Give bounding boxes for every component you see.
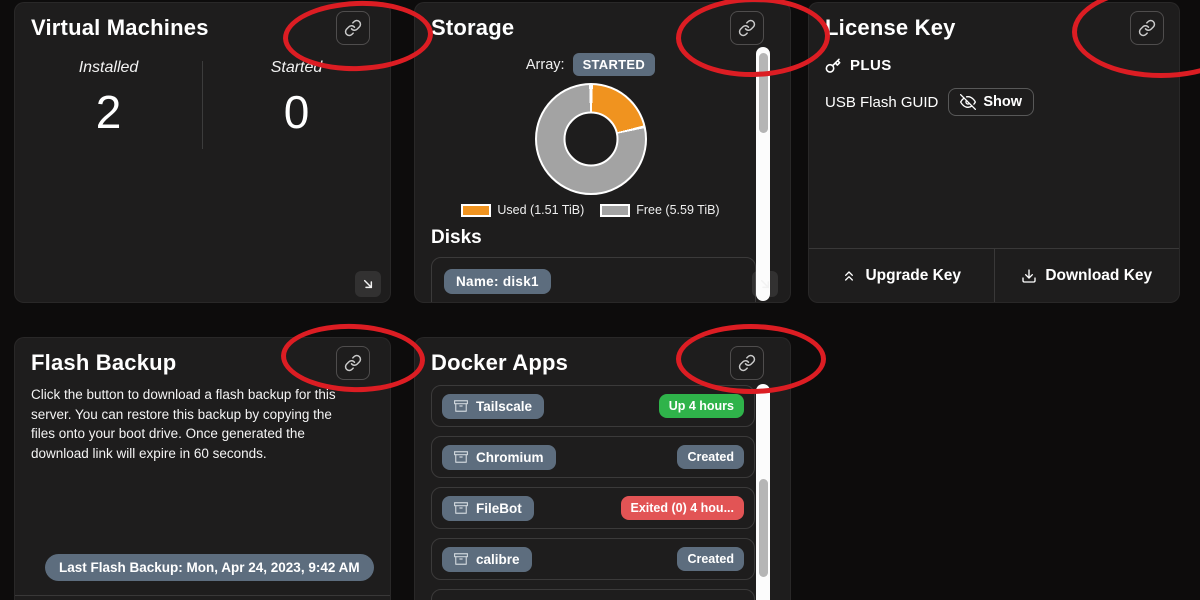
license-tier: PLUS — [850, 57, 892, 74]
flash-footer-divider — [15, 595, 390, 596]
archive-box-icon — [454, 450, 468, 464]
vm-stats: Installed 2 Started 0 — [15, 59, 390, 149]
flash-backup-description: Click the button to download a flash bac… — [31, 385, 356, 463]
download-icon — [1021, 268, 1037, 284]
app-name: Tailscale — [476, 399, 532, 414]
vm-started-cell: Started 0 — [203, 59, 390, 149]
vm-installed-cell: Installed 2 — [15, 59, 202, 149]
status-badge: Created — [677, 445, 744, 469]
app-pill[interactable]: FileBot — [442, 496, 534, 521]
docker-app-list: Tailscale Up 4 hours Chromium Created Fi… — [431, 385, 755, 600]
storage-legend: Used (1.51 TiB) Free (5.59 TiB) — [415, 203, 766, 217]
license-key-card: License Key PLUS USB Flash GUID Show Upg… — [808, 2, 1180, 303]
archive-box-icon — [454, 501, 468, 515]
vm-expand-button[interactable] — [355, 271, 381, 297]
upgrade-key-button[interactable]: Upgrade Key — [809, 249, 995, 302]
app-pill[interactable]: calibre — [442, 547, 532, 572]
array-label: Array: — [526, 57, 565, 73]
vm-link-button[interactable] — [336, 11, 370, 45]
disk-name-badge: Name: disk1 — [444, 269, 551, 294]
chain-link-icon — [1138, 19, 1156, 37]
free-swatch — [600, 204, 630, 217]
storage-scrollbar-track[interactable] — [756, 47, 770, 301]
used-swatch — [461, 204, 491, 217]
vm-started-value: 0 — [203, 85, 390, 139]
storage-card: Storage Array: STARTED Used (1.51 TiB) F… — [414, 2, 791, 303]
virtual-machines-card: Virtual Machines Installed 2 Started 0 — [14, 2, 391, 303]
vm-installed-value: 2 — [15, 85, 202, 139]
status-badge: Created — [677, 547, 744, 571]
app-name: FileBot — [476, 501, 522, 516]
license-footer: Upgrade Key Download Key — [809, 248, 1179, 302]
legend-item-free: Free (5.59 TiB) — [600, 203, 719, 217]
docker-row-tailscale: Tailscale Up 4 hours — [431, 385, 755, 427]
disks-heading: Disks — [431, 227, 790, 249]
storage-scrollbar-thumb[interactable] — [759, 53, 768, 133]
disk-list-box: Name: disk1 — [431, 257, 756, 303]
status-badge: Exited (0) 4 hou... — [621, 496, 745, 520]
download-key-label: Download Key — [1045, 267, 1152, 285]
docker-scrollbar-thumb[interactable] — [759, 479, 768, 577]
eye-off-icon — [960, 94, 976, 110]
used-label: Used (1.51 TiB) — [497, 203, 584, 217]
chevrons-up-icon — [841, 268, 857, 284]
storage-donut-wrap — [415, 83, 766, 195]
storage-usage-donut-chart — [535, 83, 647, 195]
archive-box-icon — [454, 399, 468, 413]
arrow-down-right-icon — [757, 276, 773, 292]
show-button-label: Show — [983, 94, 1022, 110]
app-name: calibre — [476, 552, 520, 567]
free-label: Free (5.59 TiB) — [636, 203, 719, 217]
docker-apps-card: Docker Apps Tailscale Up 4 hours Chromiu… — [414, 337, 791, 600]
docker-link-button[interactable] — [730, 346, 764, 380]
docker-row-filebot: FileBot Exited (0) 4 hou... — [431, 487, 755, 529]
last-flash-backup-badge: Last Flash Backup: Mon, Apr 24, 2023, 9:… — [45, 554, 374, 581]
flash-backup-title: Flash Backup — [15, 338, 390, 376]
app-pill[interactable]: Tailscale — [442, 394, 544, 419]
chain-link-icon — [738, 354, 756, 372]
status-badge: Up 4 hours — [659, 394, 744, 418]
guid-row: USB Flash GUID Show — [825, 88, 1163, 116]
chain-link-icon — [738, 19, 756, 37]
license-title: License Key — [809, 3, 1179, 41]
show-guid-button[interactable]: Show — [948, 88, 1034, 116]
chain-link-icon — [344, 354, 362, 372]
guid-label: USB Flash GUID — [825, 94, 938, 111]
docker-scrollbar-track[interactable] — [756, 384, 770, 600]
download-key-button[interactable]: Download Key — [995, 249, 1180, 302]
array-status-badge: STARTED — [573, 53, 656, 76]
docker-row-calibre: calibre Created — [431, 538, 755, 580]
array-status-row: Array: STARTED — [415, 53, 766, 76]
storage-link-button[interactable] — [730, 11, 764, 45]
key-icon — [825, 58, 841, 74]
archive-box-icon — [454, 552, 468, 566]
flash-link-button[interactable] — [336, 346, 370, 380]
license-link-button[interactable] — [1130, 11, 1164, 45]
app-name: Chromium — [476, 450, 544, 465]
virtual-machines-title: Virtual Machines — [15, 3, 390, 41]
vm-installed-label: Installed — [15, 59, 202, 77]
legend-item-used: Used (1.51 TiB) — [461, 203, 584, 217]
chain-link-icon — [344, 19, 362, 37]
license-tier-row: PLUS — [825, 57, 1163, 74]
vm-started-label: Started — [203, 59, 390, 77]
docker-row-partial — [431, 589, 755, 600]
app-pill[interactable]: Chromium — [442, 445, 556, 470]
flash-backup-card: Flash Backup Click the button to downloa… — [14, 337, 391, 600]
arrow-down-right-icon — [360, 276, 376, 292]
docker-row-chromium: Chromium Created — [431, 436, 755, 478]
upgrade-key-label: Upgrade Key — [865, 267, 961, 285]
storage-expand-button[interactable] — [752, 271, 778, 297]
